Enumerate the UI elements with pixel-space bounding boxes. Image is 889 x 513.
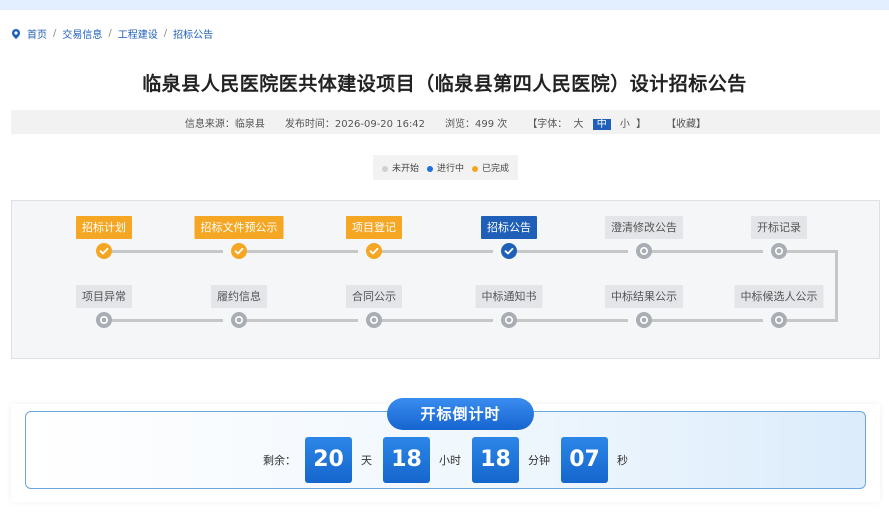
countdown-days: 20 xyxy=(305,437,352,483)
top-bar xyxy=(0,0,889,10)
info-views: 浏览：499 次 xyxy=(445,118,508,130)
countdown-row: 剩余： 20 天 18 小时 18 分钟 07 秒 xyxy=(26,436,867,484)
flow-connector xyxy=(835,250,838,322)
flow-step-label[interactable]: 项目异常 xyxy=(76,285,132,308)
dot-icon xyxy=(426,165,433,172)
flow-step-label[interactable]: 项目登记 xyxy=(346,216,402,239)
flow-connector xyxy=(104,250,223,253)
flow-connector xyxy=(239,319,358,322)
pending-circle-icon xyxy=(501,312,517,328)
countdown-prefix: 剩余： xyxy=(263,454,296,467)
countdown-minutes-unit: 分钟 xyxy=(528,454,550,467)
pending-circle-icon xyxy=(231,312,247,328)
legend-item-in-progress: 进行中 xyxy=(426,161,464,174)
countdown-seconds-unit: 秒 xyxy=(617,454,628,467)
legend-item-not-started: 未开始 xyxy=(381,161,419,174)
pending-circle-icon xyxy=(771,243,787,259)
process-flow: 招标计划 招标文件预公示 项目登记 招标公告 澄清修改公告 开标记录项目异常 履约信息 合同公… xyxy=(11,200,880,359)
font-large-button[interactable]: 大 xyxy=(574,119,584,130)
breadcrumb-trade-info[interactable]: 交易信息 xyxy=(62,26,102,41)
font-small-button[interactable]: 小 xyxy=(620,119,630,130)
flow-connector xyxy=(644,250,763,253)
flow-step-label[interactable]: 合同公示 xyxy=(346,285,402,308)
font-medium-button[interactable]: 中 xyxy=(592,118,611,130)
flow-connector xyxy=(374,250,493,253)
flow-step-label[interactable]: 中标候选人公示 xyxy=(734,285,824,308)
flow-step-label[interactable]: 履约信息 xyxy=(211,285,267,308)
pending-circle-icon xyxy=(636,312,652,328)
location-icon xyxy=(12,28,20,39)
flow-step-label[interactable]: 招标计划 xyxy=(76,216,132,239)
font-size-control: 【字体： 大 中 小 】 xyxy=(527,118,647,130)
info-bar: 信息来源：临泉县 发布时间：2026-09-20 16:42 浏览：499 次 … xyxy=(11,110,880,134)
pending-circle-icon xyxy=(636,243,652,259)
legend-item-completed: 已完成 xyxy=(472,161,509,174)
breadcrumb-tender-notice[interactable]: 招标公告 xyxy=(173,26,213,41)
flow-connector xyxy=(509,250,628,253)
flow-step-label[interactable]: 招标文件预公示 xyxy=(194,216,284,239)
check-circle-icon xyxy=(366,243,382,259)
countdown-seconds: 07 xyxy=(561,437,608,483)
breadcrumb-home[interactable]: 首页 xyxy=(27,26,47,41)
flow-step-label[interactable]: 开标记录 xyxy=(751,216,807,239)
flow-step-label[interactable]: 中标通知书 xyxy=(475,285,543,308)
check-circle-icon xyxy=(231,243,247,259)
dot-icon xyxy=(381,165,388,172)
dot-icon xyxy=(472,165,478,172)
pending-circle-icon xyxy=(96,312,112,328)
countdown-days-unit: 天 xyxy=(361,454,372,467)
info-source: 信息来源：临泉县 xyxy=(184,118,265,130)
status-legend: 未开始 进行中 已完成 xyxy=(373,155,518,180)
flow-connector xyxy=(104,319,223,322)
info-publish-time: 发布时间：2026-09-20 16:42 xyxy=(284,118,426,130)
flow-connector xyxy=(509,319,628,322)
countdown-title: 开标倒计时 xyxy=(387,398,534,430)
check-circle-icon xyxy=(501,243,517,259)
page-title: 临泉县人民医院医共体建设项目（临泉县第四人民医院）设计招标公告 xyxy=(142,73,747,95)
countdown-section: 开标倒计时 剩余： 20 天 18 小时 18 分钟 07 秒 xyxy=(11,398,880,502)
flow-connector xyxy=(374,319,493,322)
flow-connector xyxy=(787,319,837,322)
favorite-button[interactable]: 【收藏】 xyxy=(666,115,706,130)
pending-circle-icon xyxy=(771,312,787,328)
breadcrumb: 首页 / 交易信息 / 工程建设 / 招标公告 xyxy=(10,26,213,41)
flow-connector xyxy=(239,250,358,253)
flow-connector xyxy=(644,319,763,322)
countdown-hours: 18 xyxy=(383,437,430,483)
flow-step-label[interactable]: 招标公告 xyxy=(481,216,537,239)
pending-circle-icon xyxy=(366,312,382,328)
flow-step-label[interactable]: 澄清修改公告 xyxy=(605,216,683,239)
flow-connector xyxy=(787,250,837,253)
countdown-hours-unit: 小时 xyxy=(439,454,461,467)
flow-step-label[interactable]: 中标结果公示 xyxy=(605,285,683,308)
breadcrumb-engineering[interactable]: 工程建设 xyxy=(118,26,158,41)
check-circle-icon xyxy=(96,243,112,259)
countdown-minutes: 18 xyxy=(472,437,519,483)
countdown-panel: 开标倒计时 剩余： 20 天 18 小时 18 分钟 07 秒 xyxy=(25,398,867,489)
